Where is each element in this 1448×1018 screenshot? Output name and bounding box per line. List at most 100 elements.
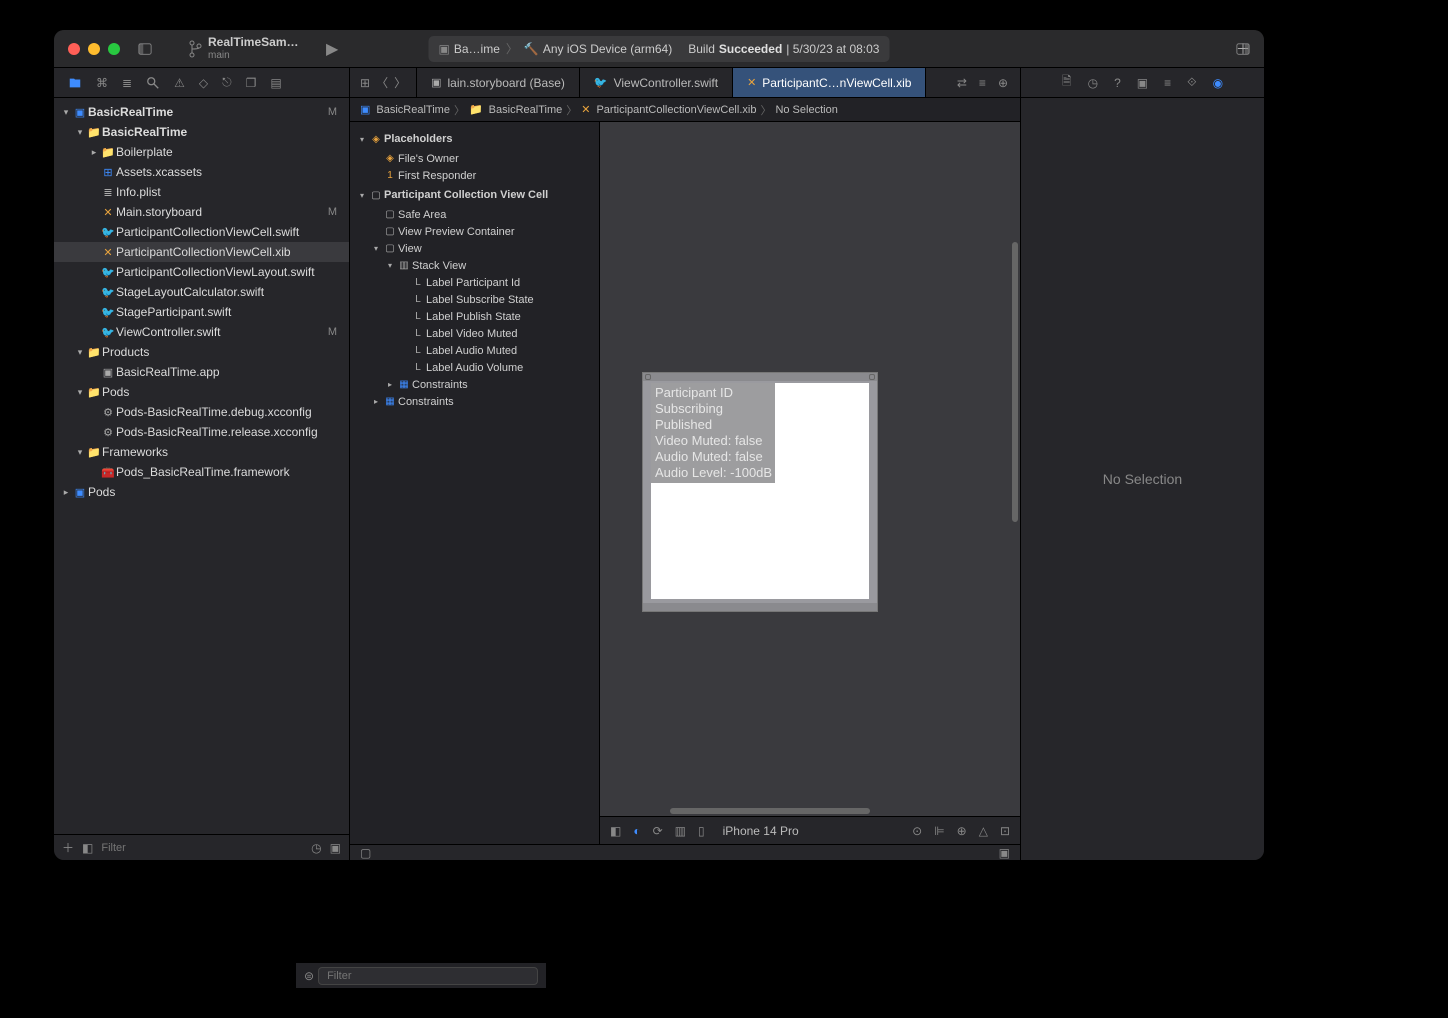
nav-item-basicrealtime-app[interactable]: ▣BasicRealTime.app [54,362,349,382]
disclosure-triangle[interactable]: ▾ [384,261,396,270]
breakpoint-navigator-tab[interactable]: ❐ [246,76,257,90]
attributes-inspector-tab[interactable]: ≡ [1164,76,1171,90]
resize-handle-left[interactable] [645,374,651,380]
disclosure-triangle[interactable]: ▾ [74,347,86,358]
history-inspector-tab[interactable]: ◷ [1088,76,1098,90]
nav-item-pods-basicrealtime-debug-xcconfig[interactable]: ⚙Pods-BasicRealTime.debug.xcconfig [54,402,349,422]
navigator-filter-input[interactable] [101,842,303,854]
nav-item-viewcontroller-swift[interactable]: 🐦ViewController.swiftM [54,322,349,342]
nav-item-stageparticipant-swift[interactable]: 🐦StageParticipant.swift [54,302,349,322]
connections-inspector-tab[interactable]: ◉ [1213,76,1223,90]
nav-item-products[interactable]: ▾📁Products [54,342,349,362]
outline-item-constraints[interactable]: ▸▦Constraints [350,393,599,410]
outline-item-participant-collection-view-cell[interactable]: ▾▢Participant Collection View Cell [350,184,599,206]
debug-navigator-tab[interactable]: ⎋ [222,75,232,90]
outline-item-label-audio-muted[interactable]: LLabel Audio Muted [350,342,599,359]
disclosure-triangle[interactable]: ▸ [384,380,396,389]
nav-item-participantcollectionviewcell-swift[interactable]: 🐦ParticipantCollectionViewCell.swift [54,222,349,242]
related-items-button[interactable]: ⊞ [360,76,370,90]
zoom-button[interactable]: ⊙ [912,824,922,838]
outline-item-label-participant-id[interactable]: LLabel Participant Id [350,274,599,291]
nav-item-info-plist[interactable]: ≣Info.plist [54,182,349,202]
outline-item-stack-view[interactable]: ▾▥Stack View [350,257,599,274]
tab-lain-storyboard-base-[interactable]: ▣lain.storyboard (Base) [417,68,580,97]
project-navigator-tab[interactable] [68,76,82,90]
forward-button[interactable]: 〉 [394,74,406,91]
outline-item-first-responder[interactable]: 1First Responder [350,167,599,184]
zoom-button[interactable] [108,43,120,55]
report-navigator-tab[interactable]: ▤ [270,76,281,90]
issue-navigator-tab[interactable]: ⚠ [174,76,185,90]
debug-view-button[interactable]: ▢ [360,846,371,860]
adjust-editor-button[interactable]: ≡ [979,76,986,90]
disclosure-triangle[interactable]: ▾ [60,107,72,118]
branch-indicator[interactable]: RealTimeSam… main [188,36,299,60]
nav-item-main-storyboard[interactable]: ✕Main.storyboardM [54,202,349,222]
outline-item-view-preview-container[interactable]: ▢View Preview Container [350,223,599,240]
nav-item-pods-basicrealtime-release-xcconfig[interactable]: ⚙Pods-BasicRealTime.release.xcconfig [54,422,349,442]
outline-item-file-s-owner[interactable]: ◈File's Owner [350,150,599,167]
collection-view-cell[interactable]: Participant IDSubscribingPublishedVideo … [642,372,878,612]
crumb-1[interactable]: BasicRealTime [489,104,563,116]
add-editor-button[interactable]: ⊕ [998,76,1008,90]
help-inspector-tab[interactable]: ? [1114,76,1121,90]
close-button[interactable] [68,43,80,55]
document-outline[interactable]: ▾◈Placeholders◈File's Owner1First Respon… [350,122,600,844]
scm-filter-button[interactable]: ▣ [330,841,341,855]
nav-item-participantcollectionviewcell-xib[interactable]: ✕ParticipantCollectionViewCell.xib [54,242,349,262]
debug-console-button[interactable]: ▣ [999,846,1010,860]
toggle-right-sidebar-button[interactable] [1236,42,1250,56]
device-selector[interactable]: iPhone 14 Pro [723,824,799,838]
tab-viewcontroller-swift[interactable]: 🐦ViewController.swift [580,68,733,97]
horizontal-scrollbar[interactable] [670,808,870,814]
source-control-navigator-tab[interactable]: ⌘ [96,76,108,90]
align-button[interactable]: ⊫ [934,824,944,838]
jump-bar[interactable]: ▣BasicRealTime〉📁BasicRealTime〉✕Participa… [350,98,1020,122]
project-navigator-tree[interactable]: ▾▣BasicRealTimeM▾📁BasicRealTime▸📁Boilerp… [54,98,349,834]
compare-button[interactable]: ⇄ [957,76,967,90]
nav-item-basicrealtime[interactable]: ▾📁BasicRealTime [54,122,349,142]
outline-item-placeholders[interactable]: ▾◈Placeholders [350,128,599,150]
resize-handle-right[interactable] [869,374,875,380]
outline-item-label-video-muted[interactable]: LLabel Video Muted [350,325,599,342]
recent-filter-button[interactable]: ◷ [311,841,321,855]
nav-item-frameworks[interactable]: ▾📁Frameworks [54,442,349,462]
toggle-navigator-button[interactable] [138,42,152,56]
nav-item-boilerplate[interactable]: ▸📁Boilerplate [54,142,349,162]
file-inspector-tab[interactable]: 🗎 [1062,72,1072,93]
outline-item-label-publish-state[interactable]: LLabel Publish State [350,308,599,325]
resolve-button[interactable]: △ [979,824,988,838]
outline-toggle-button[interactable]: ◧ [610,824,621,838]
activity-view[interactable]: ▣ Ba…ime 〉 🔨 Any iOS Device (arm64) Buil… [429,36,890,62]
test-navigator-tab[interactable]: ◇ [199,76,208,90]
cell-content-view[interactable]: Participant IDSubscribingPublishedVideo … [651,383,869,599]
size-inspector-tab[interactable]: ⟐ [1187,75,1196,90]
embed-button[interactable]: ⊡ [1000,824,1010,838]
tab-participantc-nviewcell-xib[interactable]: ✕ParticipantC…nViewCell.xib [733,68,926,97]
outline-item-safe-area[interactable]: ▢Safe Area [350,206,599,223]
crumb-0[interactable]: BasicRealTime [376,104,450,116]
pin-button[interactable]: ⊕ [957,824,967,838]
nav-item-pods[interactable]: ▸▣Pods [54,482,349,502]
nav-item-assets-xcassets[interactable]: ⊞Assets.xcassets [54,162,349,182]
crumb-3[interactable]: No Selection [775,104,837,116]
nav-item-stagelayoutcalculator-swift[interactable]: 🐦StageLayoutCalculator.swift [54,282,349,302]
nav-item-basicrealtime[interactable]: ▾▣BasicRealTimeM [54,102,349,122]
layout-button[interactable]: ▥ [675,824,686,838]
disclosure-triangle[interactable]: ▾ [356,135,368,144]
outline-item-constraints[interactable]: ▸▦Constraints [350,376,599,393]
outline-filter-input[interactable] [318,967,538,985]
nav-item-pods-basicrealtime-framework[interactable]: 🧰Pods_BasicRealTime.framework [54,462,349,482]
disclosure-triangle[interactable]: ▸ [370,397,382,406]
disclosure-triangle[interactable]: ▾ [356,191,368,200]
ib-canvas[interactable]: Participant IDSubscribingPublishedVideo … [600,122,1020,844]
nav-item-pods[interactable]: ▾📁Pods [54,382,349,402]
disclosure-triangle[interactable]: ▾ [74,127,86,138]
outline-item-label-audio-volume[interactable]: LLabel Audio Volume [350,359,599,376]
minimize-button[interactable] [88,43,100,55]
back-button[interactable]: 〈 [376,74,388,91]
run-button[interactable]: ▶ [326,39,338,59]
disclosure-triangle[interactable]: ▾ [74,447,86,458]
disclosure-triangle[interactable]: ▾ [74,387,86,398]
find-navigator-tab[interactable] [146,76,160,90]
